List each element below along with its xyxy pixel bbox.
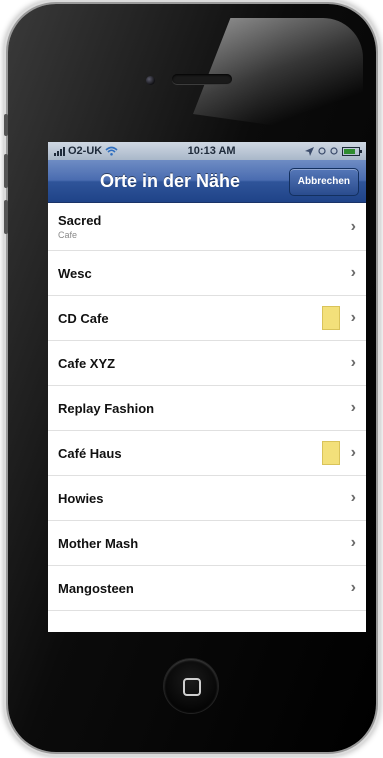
chevron-right-icon: › bbox=[350, 399, 356, 416]
alarm-icon bbox=[318, 147, 326, 155]
chevron-right-icon: › bbox=[350, 354, 356, 371]
chevron-right-icon: › bbox=[350, 309, 356, 326]
note-icon bbox=[322, 441, 340, 465]
chevron-right-icon: › bbox=[350, 444, 356, 461]
location-arrow-icon bbox=[305, 146, 314, 156]
lock-rotation-icon bbox=[330, 147, 338, 155]
place-name: Sacred bbox=[58, 213, 102, 228]
place-name: Replay Fashion bbox=[58, 400, 155, 416]
earpiece-speaker bbox=[172, 74, 232, 84]
home-square-icon bbox=[183, 678, 201, 696]
list-item[interactable]: Wesc › bbox=[48, 251, 366, 296]
list-item[interactable]: Replay Fashion › bbox=[48, 386, 366, 431]
place-category: Cafe bbox=[58, 230, 78, 240]
status-right bbox=[305, 146, 362, 156]
chevron-right-icon: › bbox=[350, 489, 356, 506]
phone-screen: O2-UK 10:13 AM Orte in der Nähe Abbreche… bbox=[48, 142, 366, 632]
navigation-bar: Orte in der Nähe Abbrechen bbox=[48, 160, 366, 203]
place-name: CD Cafe bbox=[58, 310, 109, 326]
list-item[interactable]: CD Cafe › bbox=[48, 296, 366, 341]
status-bar: O2-UK 10:13 AM bbox=[48, 142, 366, 160]
list-item[interactable]: Cafe XYZ › bbox=[48, 341, 366, 386]
chevron-right-icon: › bbox=[350, 579, 356, 596]
chevron-right-icon: › bbox=[350, 217, 356, 235]
place-name: Mangosteen bbox=[58, 580, 134, 596]
places-list: Sacred Cafe › Wesc › CD Cafe › Cafe XYZ … bbox=[48, 203, 366, 611]
list-item[interactable]: Mangosteen › bbox=[48, 566, 366, 611]
volume-down-button bbox=[4, 200, 8, 234]
place-name: Cafe XYZ bbox=[58, 355, 116, 371]
wifi-icon bbox=[105, 146, 118, 156]
status-left: O2-UK bbox=[54, 145, 118, 157]
cancel-button[interactable]: Abbrechen bbox=[288, 168, 359, 196]
carrier-label: O2-UK bbox=[68, 145, 103, 157]
volume-up-button bbox=[4, 154, 8, 188]
mute-switch bbox=[4, 114, 8, 136]
list-item[interactable]: Mother Mash › bbox=[48, 521, 366, 566]
signal-icon bbox=[54, 146, 65, 156]
place-name: Wesc bbox=[58, 265, 92, 281]
home-button[interactable] bbox=[164, 659, 218, 713]
chevron-right-icon: › bbox=[350, 534, 356, 551]
place-name: Café Haus bbox=[58, 445, 122, 461]
iphone-frame: O2-UK 10:13 AM Orte in der Nähe Abbreche… bbox=[4, 4, 376, 752]
battery-icon bbox=[342, 146, 362, 156]
place-name: Mother Mash bbox=[58, 535, 139, 551]
list-item[interactable]: Café Haus › bbox=[48, 431, 366, 476]
note-icon bbox=[322, 306, 340, 330]
list-item[interactable]: Howies › bbox=[48, 476, 366, 521]
front-camera bbox=[146, 76, 155, 85]
status-time: 10:13 AM bbox=[187, 145, 236, 157]
chevron-right-icon: › bbox=[350, 264, 356, 281]
list-item[interactable]: Sacred Cafe › bbox=[48, 203, 366, 251]
place-name: Howies bbox=[58, 490, 104, 506]
page-title: Orte in der Nähe bbox=[100, 171, 241, 191]
